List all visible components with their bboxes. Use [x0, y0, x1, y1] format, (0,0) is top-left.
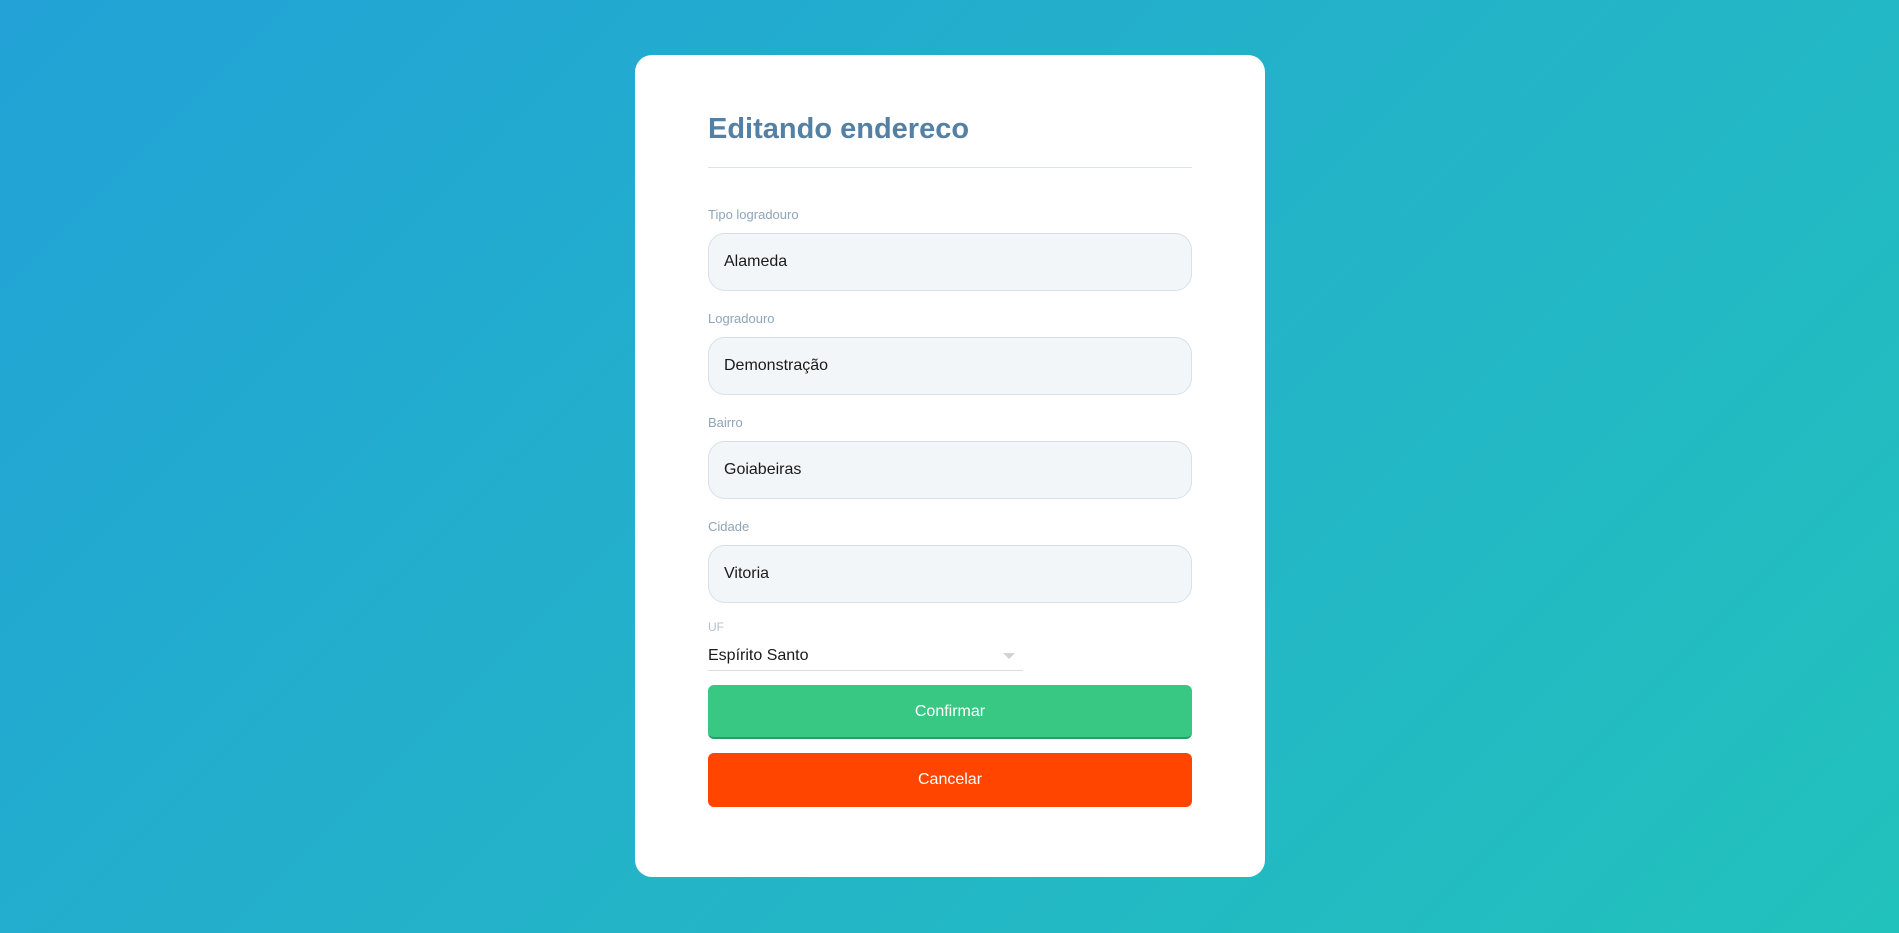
- logradouro-label: Logradouro: [708, 310, 775, 326]
- field-logradouro: Logradouro: [708, 311, 1192, 395]
- bairro-label: Bairro: [708, 414, 743, 430]
- chevron-down-icon: [1003, 652, 1015, 659]
- page-title: Editando endereco: [708, 113, 970, 145]
- uf-selected-value: Espírito Santo: [708, 646, 809, 664]
- cidade-input[interactable]: [708, 544, 1192, 603]
- title-divider: [708, 166, 1192, 168]
- tipo-logradouro-input[interactable]: [708, 232, 1192, 291]
- edit-address-card: Editando endereco Tipo logradouro Lograd…: [635, 55, 1265, 877]
- field-uf: UF Espírito Santo: [708, 620, 1192, 671]
- confirm-button[interactable]: Confirmar: [708, 684, 1192, 739]
- field-cidade: Cidade: [708, 519, 1192, 603]
- field-tipo-logradouro: Tipo logradouro: [708, 207, 1192, 291]
- field-bairro: Bairro: [708, 415, 1192, 499]
- uf-select[interactable]: Espírito Santo: [708, 643, 1023, 671]
- bairro-input[interactable]: [708, 440, 1192, 499]
- logradouro-input[interactable]: [708, 336, 1192, 395]
- tipo-logradouro-label: Tipo logradouro: [708, 206, 799, 222]
- cancel-button[interactable]: Cancelar: [708, 752, 1192, 807]
- cidade-label: Cidade: [708, 518, 750, 534]
- uf-label: UF: [708, 619, 724, 634]
